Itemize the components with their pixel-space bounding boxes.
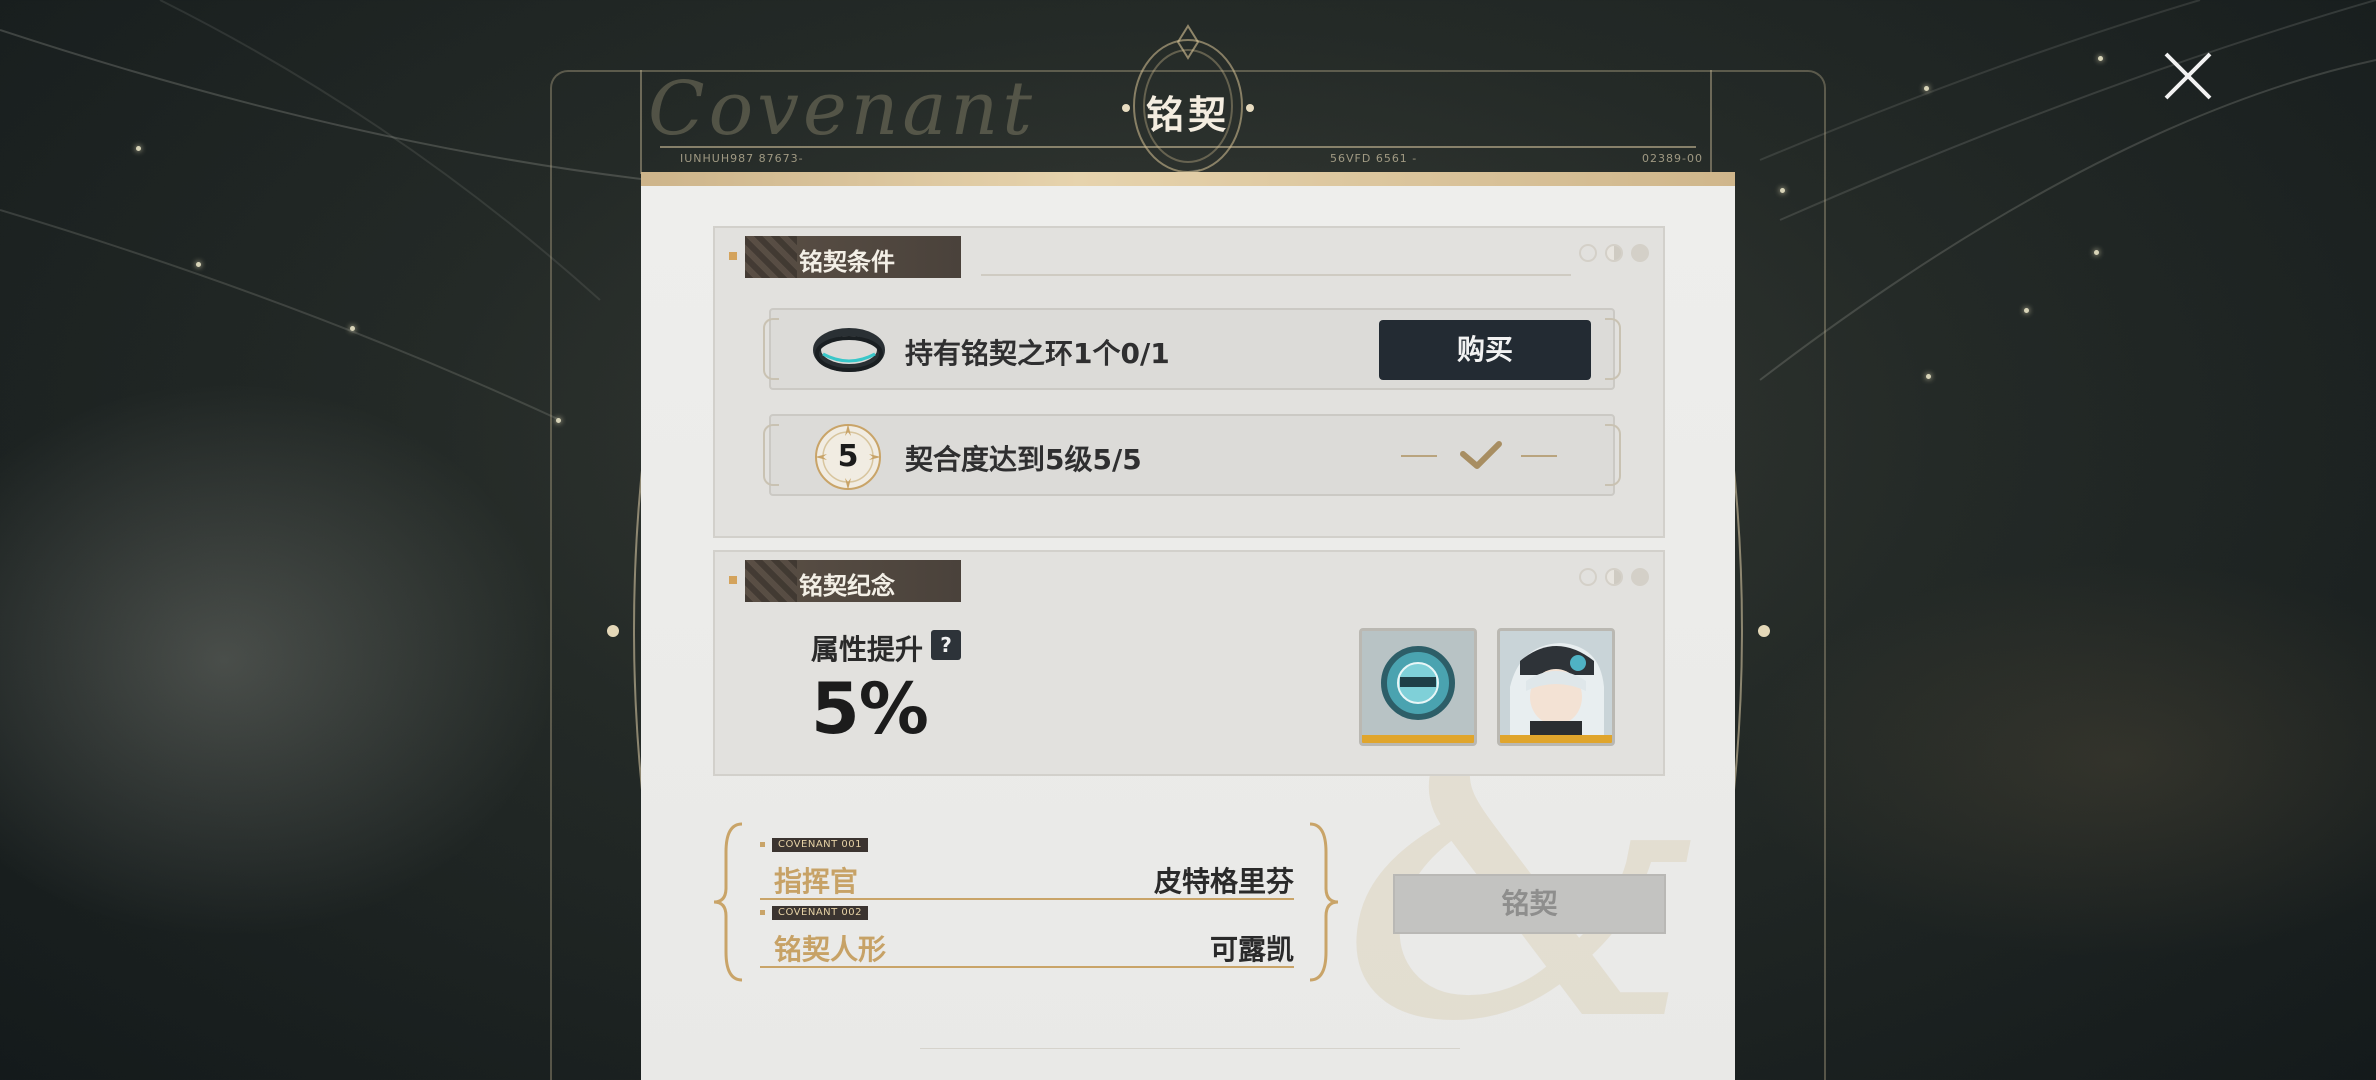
header-code: IUNHUH987 87673- [680, 152, 804, 165]
left-ornament-dot [607, 625, 619, 637]
commander-row: COVENANT 001 指挥官 皮特格里芬 [760, 838, 1294, 900]
conditions-title: 铭契条件 [799, 248, 895, 276]
star [2024, 308, 2029, 313]
level-number: 5 [837, 439, 859, 474]
bottom-divider [920, 1048, 1460, 1049]
attribute-boost-label: 属性提升 [811, 633, 924, 666]
reward-character-portrait[interactable] [1497, 628, 1615, 746]
star [196, 262, 201, 267]
ring-icon [813, 328, 885, 372]
star [2094, 250, 2099, 255]
affinity-condition-text: 契合度达到5级5/5 [905, 443, 1142, 476]
section-divider [981, 274, 1571, 276]
condition-row-ring: 持有铭契之环1个0/1 购买 [763, 308, 1621, 390]
section-dots [1579, 244, 1649, 262]
doll-row: COVENANT 002 铭契人形 可露凯 [760, 906, 1294, 968]
commander-name: 皮特格里芬 [1153, 865, 1294, 898]
memorial-title: 铭契纪念 [799, 572, 895, 600]
doll-name: 可露凯 [1209, 933, 1294, 966]
star [350, 326, 355, 331]
conditions-section: 铭契条件 持有铭契之环1个0/1 购买 5 契合度达到5级5/5 [713, 226, 1665, 538]
attribute-boost-value: 5% [811, 668, 929, 750]
close-icon[interactable] [2160, 48, 2216, 104]
star [2098, 56, 2103, 61]
check-icon [1401, 441, 1557, 469]
doll-role: 铭契人形 [774, 933, 887, 966]
right-ornament-dot [1758, 625, 1770, 637]
left-brace-ornament [713, 822, 743, 982]
covenant-confirm-button[interactable]: 铭契 [1393, 874, 1666, 934]
conditions-header: 铭契条件 [745, 236, 961, 278]
character-portrait [1500, 631, 1612, 743]
memorial-section: 铭契纪念 属性提升 ? 5% [713, 550, 1665, 776]
ring-condition-text: 持有铭契之环1个0/1 [905, 337, 1170, 370]
covenant-tag: COVENANT 001 [772, 838, 869, 852]
help-icon[interactable]: ? [931, 630, 961, 660]
section-dots [1579, 568, 1649, 586]
header-code: 02389-00 [1642, 152, 1703, 165]
right-brace-ornament [1309, 822, 1339, 982]
covenant-tag: COVENANT 002 [772, 906, 869, 920]
header-code: 56VFD 6561 - [1330, 152, 1418, 165]
star [1924, 86, 1929, 91]
panel-gold-band [641, 172, 1735, 186]
buy-button[interactable]: 购买 [1379, 320, 1591, 380]
section-marker [729, 576, 737, 584]
condition-row-affinity: 5 契合度达到5级5/5 [763, 414, 1621, 496]
reward-covenant-badge[interactable] [1359, 628, 1477, 746]
covenant-badge-icon [1362, 631, 1474, 743]
star [136, 146, 141, 151]
covenant-script-text: Covenant [648, 66, 1036, 152]
memorial-header: 铭契纪念 [745, 560, 961, 602]
star [1926, 374, 1931, 379]
dialog-title: 铭契 [1145, 93, 1230, 137]
commander-role: 指挥官 [774, 865, 859, 898]
section-marker [729, 252, 737, 260]
